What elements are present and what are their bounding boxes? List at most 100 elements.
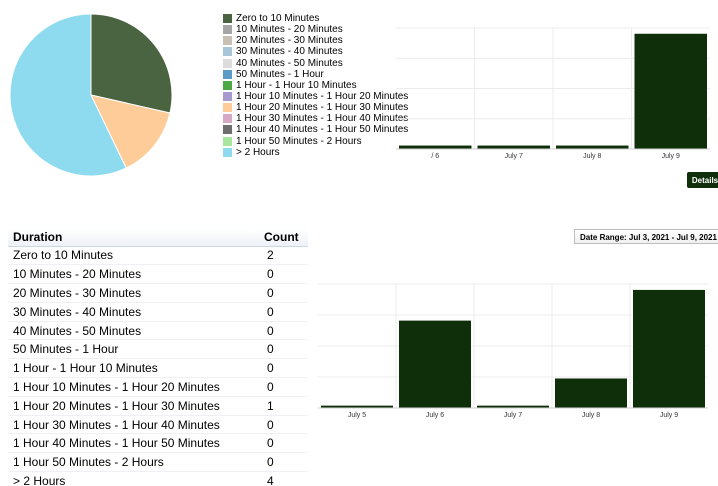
- duration-cell: 1 Hour 50 Minutes - 2 Hours: [8, 452, 258, 473]
- legend-item: 1 Hour 40 Minutes - 1 Hour 50 Minutes: [223, 124, 408, 135]
- legend-swatch: [223, 125, 232, 135]
- duration-cell: > 2 Hours: [8, 471, 258, 486]
- duration-cell: 1 Hour 40 Minutes - 1 Hour 50 Minutes: [8, 433, 258, 454]
- count-cell: 0: [258, 264, 308, 285]
- legend-label: 20 Minutes - 30 Minutes: [236, 35, 343, 47]
- legend-label: Zero to 10 Minutes: [236, 13, 320, 25]
- legend-swatch: [223, 103, 232, 113]
- table-row: 1 Hour 50 Minutes - 2 Hours 0: [8, 452, 308, 473]
- details-button[interactable]: Details: [687, 172, 718, 188]
- legend-item: 20 Minutes - 30 Minutes: [223, 35, 408, 46]
- legend-item: 30 Minutes - 40 Minutes: [223, 46, 408, 57]
- date-range-label: Date Range: Jul 3, 2021 - Jul 9, 2021: [574, 229, 718, 244]
- bar[interactable]: [633, 289, 705, 408]
- duration-column-header: Duration: [8, 229, 258, 247]
- legend-label: 1 Hour 40 Minutes - 1 Hour 50 Minutes: [236, 124, 409, 136]
- legend-swatch: [223, 14, 232, 24]
- x-tick-label: July 6: [426, 412, 444, 419]
- legend-item: 1 Hour 20 Minutes - 1 Hour 30 Minutes: [223, 102, 408, 113]
- duration-cell: 30 Minutes - 40 Minutes: [8, 302, 258, 322]
- duration-cell: Zero to 10 Minutes: [8, 246, 258, 266]
- x-tick-label: July 9: [662, 153, 680, 160]
- bar[interactable]: [477, 145, 551, 149]
- table-header-row: Duration Count: [8, 229, 308, 247]
- table-row: 40 Minutes - 50 Minutes 0: [8, 321, 308, 341]
- legend-label: 40 Minutes - 50 Minutes: [236, 57, 343, 69]
- count-column-header: Count: [258, 229, 308, 247]
- bar[interactable]: [477, 405, 549, 408]
- duration-cell: 20 Minutes - 30 Minutes: [8, 283, 258, 303]
- legend-swatch: [223, 36, 232, 46]
- legend-label: 1 Hour 10 Minutes - 1 Hour 20 Minutes: [236, 91, 409, 103]
- bar[interactable]: [555, 378, 627, 408]
- count-cell: 0: [258, 415, 308, 435]
- legend-item: 10 Minutes - 20 Minutes: [223, 24, 408, 35]
- bar[interactable]: [399, 320, 471, 408]
- count-cell: 0: [258, 283, 308, 303]
- count-cell: 0: [258, 339, 308, 360]
- table-row: 1 Hour 20 Minutes - 1 Hour 30 Minutes 1: [8, 396, 308, 416]
- legend-item: > 2 Hours: [223, 147, 408, 158]
- table-row: 20 Minutes - 30 Minutes 0: [8, 283, 308, 303]
- count-cell: 2: [258, 246, 308, 266]
- bar[interactable]: [634, 33, 708, 150]
- x-tick-label: July 5: [348, 412, 366, 419]
- legend-label: 1 Hour 30 Minutes - 1 Hour 40 Minutes: [236, 113, 409, 125]
- table-row: > 2 Hours 4: [8, 471, 308, 486]
- legend-label: 1 Hour - 1 Hour 10 Minutes: [236, 79, 357, 91]
- legend-swatch: [223, 25, 232, 35]
- table-row: 50 Minutes - 1 Hour 0: [8, 339, 308, 360]
- legend-item: Zero to 10 Minutes: [223, 13, 408, 24]
- duration-cell: 1 Hour 20 Minutes - 1 Hour 30 Minutes: [8, 396, 258, 416]
- legend-item: 1 Hour - 1 Hour 10 Minutes: [223, 80, 408, 91]
- table-row: Zero to 10 Minutes 2: [8, 246, 308, 266]
- duration-cell: 1 Hour - 1 Hour 10 Minutes: [8, 358, 258, 379]
- duration-count-table: Duration Count Zero to 10 Minutes 2 10 Min…: [8, 229, 308, 486]
- count-cell: 4: [258, 471, 308, 486]
- legend-item: 50 Minutes - 1 Hour: [223, 69, 408, 80]
- legend-label: 30 Minutes - 40 Minutes: [236, 46, 343, 58]
- count-cell: 0: [258, 321, 308, 341]
- count-cell: 0: [258, 358, 308, 379]
- legend-label: 1 Hour 50 Minutes - 2 Hours: [236, 135, 362, 147]
- bar[interactable]: [321, 405, 393, 408]
- legend-swatch: [223, 58, 232, 68]
- table-row: 30 Minutes - 40 Minutes 0: [8, 302, 308, 322]
- table-row: 10 Minutes - 20 Minutes 0: [8, 264, 308, 285]
- x-tick-label: July 7: [505, 153, 523, 160]
- table-row: 1 Hour 10 Minutes - 1 Hour 20 Minutes 0: [8, 377, 308, 397]
- legend-swatch: [223, 114, 232, 124]
- duration-cell: 1 Hour 30 Minutes - 1 Hour 40 Minutes: [8, 415, 258, 435]
- legend-item: 1 Hour 10 Minutes - 1 Hour 20 Minutes: [223, 91, 408, 102]
- x-tick-label: July 7: [504, 412, 522, 419]
- legend-swatch: [223, 80, 232, 90]
- count-cell: 0: [258, 302, 308, 322]
- table-row: 1 Hour - 1 Hour 10 Minutes 0: [8, 358, 308, 379]
- legend-label: 10 Minutes - 20 Minutes: [236, 24, 343, 36]
- legend-item: 1 Hour 50 Minutes - 2 Hours: [223, 136, 408, 147]
- table-row: 1 Hour 40 Minutes - 1 Hour 50 Minutes 0: [8, 433, 308, 454]
- legend-swatch: [223, 69, 232, 79]
- count-cell: 0: [258, 377, 308, 397]
- legend-swatch: [223, 47, 232, 57]
- legend-label: 1 Hour 20 Minutes - 1 Hour 30 Minutes: [236, 102, 409, 114]
- x-tick-label: July 9: [660, 412, 678, 419]
- duration-cell: 40 Minutes - 50 Minutes: [8, 321, 258, 341]
- duration-pie-chart: [9, 13, 173, 177]
- duration-cell: 50 Minutes - 1 Hour: [8, 339, 258, 360]
- legend-swatch: [223, 136, 232, 146]
- x-tick-label: July 8: [583, 153, 601, 160]
- x-tick-label: July 8: [582, 412, 600, 419]
- count-cell: 1: [258, 396, 308, 416]
- bar[interactable]: [556, 145, 629, 149]
- count-cell: 0: [258, 433, 308, 454]
- legend-item: 1 Hour 30 Minutes - 1 Hour 40 Minutes: [223, 113, 408, 124]
- legend-item: 40 Minutes - 50 Minutes: [223, 58, 408, 69]
- legend-label: > 2 Hours: [236, 146, 280, 158]
- duration-cell: 1 Hour 10 Minutes - 1 Hour 20 Minutes: [8, 377, 258, 397]
- bar[interactable]: [399, 145, 472, 149]
- legend-label: 50 Minutes - 1 Hour: [236, 68, 324, 80]
- duration-cell: 10 Minutes - 20 Minutes: [8, 264, 258, 285]
- x-tick-label: / 6: [431, 153, 439, 160]
- count-cell: 0: [258, 452, 308, 473]
